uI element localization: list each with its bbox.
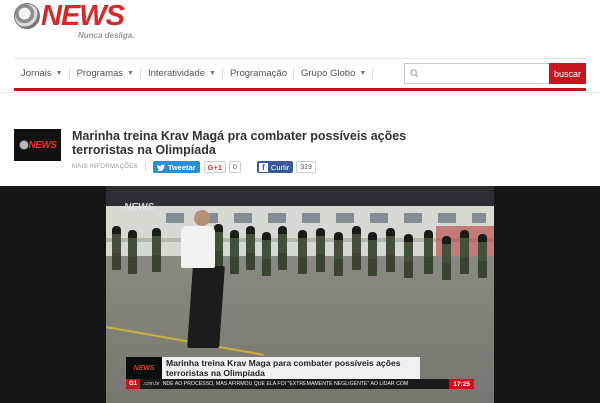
lower-third-headline: Marinha treina Krav Maga para combater p… (162, 357, 420, 379)
video-player[interactable]: NEWS NEWS Marinha treina Krav Maga para … (106, 186, 494, 403)
tweet-label: Tweetar (167, 162, 196, 172)
video-scene-windows (166, 213, 486, 223)
gplus-count: 0 (229, 161, 241, 173)
lower-third-logo: NEWS (126, 357, 162, 379)
nav-item-programas[interactable]: Programas ▼ (70, 67, 141, 80)
nav-label: Grupo Globo (300, 68, 356, 79)
twitter-bird-icon (156, 163, 165, 171)
nav-label: Interatividade (147, 68, 206, 79)
search-box (404, 63, 549, 84)
globe-icon (18, 140, 29, 150)
soldier-figure (112, 226, 121, 270)
g1-badge: G1 (126, 379, 141, 389)
nav-item-interatividade[interactable]: Interatividade ▼ (141, 67, 223, 80)
soldier-figure (352, 226, 361, 270)
news-ticker: G1 .com.br NDE AO PROCESSO, MAS AFIRMOU … (126, 379, 474, 389)
nav-label: Programas (76, 68, 124, 79)
share-bar: MAIS INFORMAÇÕES Tweetar G+1 0 f Curtir … (72, 161, 316, 173)
nav-item-programacao[interactable]: Programação (223, 67, 294, 80)
more-info-link[interactable]: MAIS INFORMAÇÕES (72, 164, 138, 170)
video-lower-third: NEWS Marinha treina Krav Maga para comba… (126, 357, 474, 391)
nav-item-jornais[interactable]: Jornais ▼ (14, 67, 70, 80)
facebook-icon: f (258, 162, 268, 172)
soldier-figure (152, 228, 161, 272)
globe-icon (14, 3, 40, 29)
nav-label: Jornais (21, 68, 52, 79)
soldier-figure (230, 230, 239, 274)
article-title: Marinha treina Krav Magá pra combater po… (72, 129, 407, 157)
site-header: NEWS Nunca desliga. (0, 0, 600, 58)
chevron-down-icon: ▼ (359, 70, 367, 77)
soldier-figure (368, 232, 377, 276)
soldier-figure (262, 232, 271, 276)
soldier-figure (424, 230, 433, 274)
ticker-time: 17:25 (449, 379, 474, 389)
logo-text: NEWS (41, 0, 125, 32)
soldier-figure (246, 226, 255, 270)
soldier-figure (404, 234, 413, 278)
chevron-down-icon: ▼ (55, 70, 63, 77)
gplus-button[interactable]: G+1 (203, 161, 226, 173)
chevron-down-icon: ▼ (127, 70, 134, 77)
divider (144, 162, 146, 172)
instructor-figure-legs (187, 266, 225, 348)
tagline: Nunca desliga. (78, 31, 135, 40)
video-watermark: NEWS (124, 202, 154, 213)
video-section: NEWS NEWS Marinha treina Krav Maga para … (0, 186, 600, 403)
nav-divider (14, 88, 586, 91)
nav-item-grupo-globo[interactable]: Grupo Globo ▼ (294, 67, 374, 80)
g1-site-label: .com.br (143, 381, 160, 387)
search-form: buscar (404, 63, 586, 84)
soldier-figure (298, 230, 307, 274)
soldier-figure (442, 236, 451, 280)
thumbnail-logo-text: NEWS (28, 139, 58, 151)
facebook-like-button[interactable]: f Curtir (256, 161, 294, 173)
search-input[interactable] (423, 68, 543, 79)
ticker-text: NDE AO PROCESSO, MAS AFIRMOU QUE ELA FOI… (162, 381, 409, 387)
soldier-figure (386, 228, 395, 272)
facebook-like-label: Curtir (270, 162, 290, 172)
search-icon (410, 69, 419, 78)
article-header: NEWS Marinha treina Krav Magá pra combat… (0, 92, 600, 185)
soldier-figure (214, 224, 223, 268)
soldier-figure (316, 228, 325, 272)
site-logo[interactable]: NEWS (14, 0, 125, 32)
soldier-figure (128, 230, 137, 274)
soldier-figure (460, 230, 469, 274)
nav-label: Programação (229, 68, 287, 79)
instructor-figure-head (194, 210, 210, 226)
search-button[interactable]: buscar (549, 63, 586, 84)
program-thumbnail[interactable]: NEWS (14, 129, 61, 161)
instructor-figure-torso (181, 226, 215, 268)
main-nav: Jornais ▼ Programas ▼ Interatividade ▼ P… (14, 58, 586, 88)
facebook-count: 319 (296, 161, 316, 173)
chevron-down-icon: ▼ (209, 70, 216, 77)
soldier-figure (278, 226, 287, 270)
soldier-figure (334, 232, 343, 276)
tweet-button[interactable]: Tweetar (152, 161, 200, 173)
soldier-figure (478, 234, 487, 278)
